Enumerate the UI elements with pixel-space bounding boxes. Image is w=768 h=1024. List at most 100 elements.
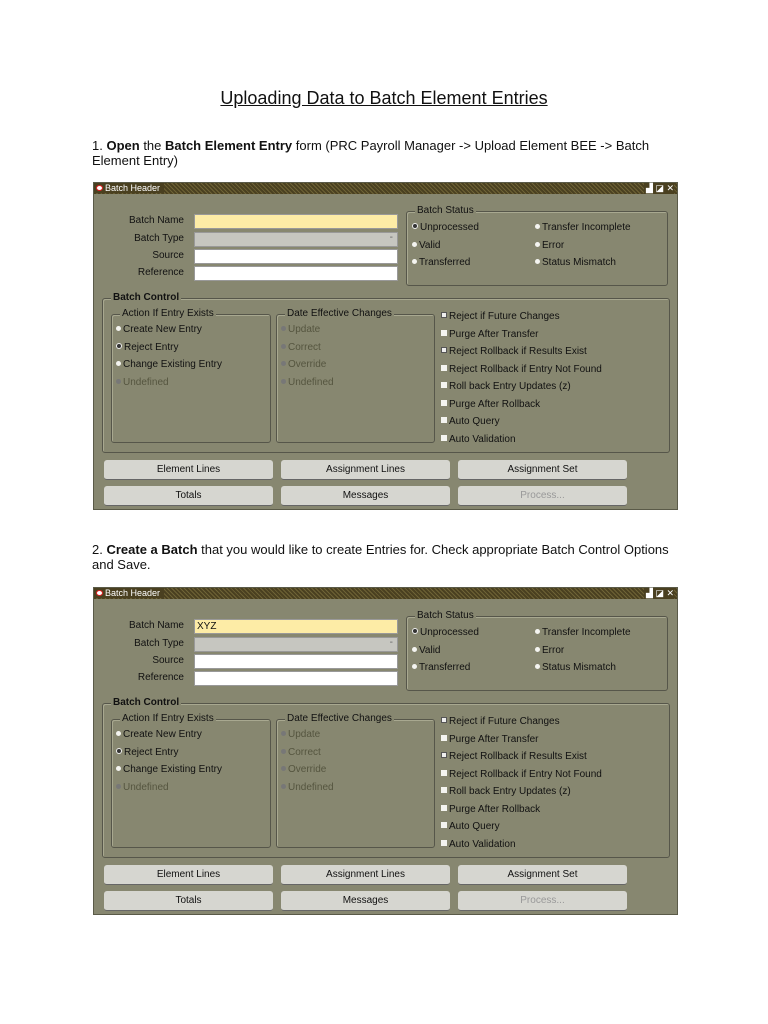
status-radio-valid[interactable]: Valid bbox=[412, 240, 441, 251]
radio-icon bbox=[116, 731, 121, 736]
radio-icon bbox=[535, 646, 540, 652]
radio-label: Undefined bbox=[123, 376, 169, 388]
radio-icon bbox=[116, 342, 122, 349]
checkbox-label: Purge After Transfer bbox=[449, 328, 539, 340]
element-lines-button[interactable]: Element Lines bbox=[104, 460, 273, 480]
checkbox-reject-rollback-if-entry-not-found[interactable]: Reject Rollback if Entry Not Found bbox=[441, 364, 602, 375]
source-input[interactable] bbox=[194, 654, 398, 669]
element-lines-button[interactable]: Element Lines bbox=[104, 865, 273, 885]
action-radio-change-existing-entry[interactable]: Change Existing Entry bbox=[116, 359, 222, 370]
date-radio-correct[interactable]: Correct bbox=[281, 342, 321, 353]
action-radio-reject-entry[interactable]: Reject Entry bbox=[116, 747, 178, 758]
radio-icon bbox=[412, 259, 417, 264]
checkbox-icon bbox=[441, 822, 447, 828]
action-radio-create-new-entry[interactable]: Create New Entry bbox=[116, 324, 202, 335]
date-title: Date Effective Changes bbox=[285, 308, 394, 319]
checkbox-checked-icon bbox=[441, 347, 447, 353]
radio-icon bbox=[412, 223, 418, 229]
status-radio-status-mismatch[interactable]: Status Mismatch bbox=[535, 257, 616, 268]
radio-icon bbox=[116, 747, 122, 754]
checkbox-auto-query[interactable]: Auto Query bbox=[441, 416, 500, 427]
status-radio-error[interactable]: Error bbox=[535, 645, 564, 656]
checkbox-icon bbox=[441, 364, 447, 371]
status-radio-unprocessed[interactable]: Unprocessed bbox=[412, 627, 479, 638]
checkbox-reject-rollback-if-results-exist[interactable]: Reject Rollback if Results Exist bbox=[441, 751, 587, 762]
assignment-lines-button[interactable]: Assignment Lines bbox=[281, 460, 450, 480]
radio-icon bbox=[412, 241, 417, 247]
source-input[interactable] bbox=[194, 249, 398, 264]
radio-icon bbox=[412, 646, 417, 652]
assignment-set-button[interactable]: Assignment Set bbox=[458, 865, 627, 885]
batch-header-form-1: Batch Header ▟ ◪ ✕ Batch Name Batch Type Sou… bbox=[93, 182, 678, 510]
batch-name-input[interactable] bbox=[194, 214, 398, 229]
checkbox-reject-rollback-if-results-exist[interactable]: Reject Rollback if Results Exist bbox=[441, 346, 587, 357]
date-radio-update[interactable]: Update bbox=[281, 729, 320, 740]
messages-button[interactable]: Messages bbox=[281, 891, 450, 911]
checkbox-purge-after-rollback[interactable]: Purge After Rollback bbox=[441, 399, 540, 410]
status-radio-error[interactable]: Error bbox=[535, 240, 564, 251]
checkbox-purge-after-transfer[interactable]: Purge After Transfer bbox=[441, 329, 539, 340]
radio-icon bbox=[535, 629, 540, 634]
date-radio-undefined[interactable]: Undefined bbox=[281, 782, 334, 793]
reference-input[interactable] bbox=[194, 671, 398, 686]
checkbox-purge-after-rollback[interactable]: Purge After Rollback bbox=[441, 804, 540, 815]
status-radio-status-mismatch[interactable]: Status Mismatch bbox=[535, 662, 616, 673]
batch-type-input[interactable] bbox=[194, 636, 398, 652]
process-button[interactable]: Process... bbox=[458, 891, 627, 911]
checkbox-auto-validation[interactable]: Auto Validation bbox=[441, 839, 516, 850]
date-radio-correct[interactable]: Correct bbox=[281, 747, 321, 758]
checkbox-roll-back-entry-updates-z[interactable]: Roll back Entry Updates (z) bbox=[441, 381, 571, 392]
radio-icon bbox=[281, 378, 286, 384]
radio-label: Valid bbox=[419, 239, 441, 251]
assignment-lines-button[interactable]: Assignment Lines bbox=[281, 865, 450, 885]
title-bar[interactable]: Batch Header ▟ ◪ ✕ bbox=[94, 588, 677, 599]
date-radio-override[interactable]: Override bbox=[281, 764, 326, 775]
date-radio-override[interactable]: Override bbox=[281, 359, 326, 370]
checkbox-auto-validation[interactable]: Auto Validation bbox=[441, 434, 516, 445]
checkbox-reject-rollback-if-entry-not-found[interactable]: Reject Rollback if Entry Not Found bbox=[441, 769, 602, 780]
date-radio-undefined[interactable]: Undefined bbox=[281, 377, 334, 388]
title-bar[interactable]: Batch Header ▟ ◪ ✕ bbox=[94, 183, 677, 194]
reference-input[interactable] bbox=[194, 266, 398, 281]
totals-button[interactable]: Totals bbox=[104, 891, 273, 911]
checkbox-purge-after-transfer[interactable]: Purge After Transfer bbox=[441, 734, 539, 745]
batch-type-label: Batch Type bbox=[134, 638, 184, 649]
batch-name-input[interactable]: XYZ bbox=[194, 619, 398, 634]
action-radio-reject-entry[interactable]: Reject Entry bbox=[116, 342, 178, 353]
totals-button[interactable]: Totals bbox=[104, 486, 273, 506]
status-radio-transferred[interactable]: Transferred bbox=[412, 257, 470, 268]
messages-button[interactable]: Messages bbox=[281, 486, 450, 506]
window-title: Batch Header bbox=[105, 183, 161, 193]
checkbox-reject-if-future-changes[interactable]: Reject if Future Changes bbox=[441, 716, 560, 727]
checkbox-roll-back-entry-updates-z[interactable]: Roll back Entry Updates (z) bbox=[441, 786, 571, 797]
radio-label: Transferred bbox=[419, 257, 471, 268]
window-controls-icon[interactable]: ▟ ◪ ✕ bbox=[644, 183, 674, 194]
radio-icon bbox=[116, 783, 121, 789]
checkbox-icon bbox=[441, 329, 447, 336]
status-radio-transfer-incomplete[interactable]: Transfer Incomplete bbox=[535, 627, 631, 638]
step-2: 2. Create a Batch that you would like to… bbox=[92, 542, 669, 572]
action-radio-create-new-entry[interactable]: Create New Entry bbox=[116, 729, 202, 740]
process-button[interactable]: Process... bbox=[458, 486, 627, 506]
status-radio-unprocessed[interactable]: Unprocessed bbox=[412, 222, 479, 233]
status-radio-transfer-incomplete[interactable]: Transfer Incomplete bbox=[535, 222, 631, 233]
radio-icon bbox=[535, 224, 540, 229]
radio-icon bbox=[412, 628, 418, 634]
status-radio-transferred[interactable]: Transferred bbox=[412, 662, 470, 673]
action-radio-undefined[interactable]: Undefined bbox=[116, 377, 169, 388]
checkbox-reject-if-future-changes[interactable]: Reject if Future Changes bbox=[441, 311, 560, 322]
date-radio-update[interactable]: Update bbox=[281, 324, 320, 335]
status-radio-valid[interactable]: Valid bbox=[412, 645, 441, 656]
window-controls-icon[interactable]: ▟ ◪ ✕ bbox=[644, 588, 674, 599]
checkbox-icon bbox=[441, 434, 447, 441]
action-radio-change-existing-entry[interactable]: Change Existing Entry bbox=[116, 764, 222, 775]
assignment-set-button[interactable]: Assignment Set bbox=[458, 460, 627, 480]
checkbox-icon bbox=[441, 804, 447, 811]
radio-label: Correct bbox=[288, 341, 321, 353]
action-title: Action If Entry Exists bbox=[120, 713, 216, 724]
radio-icon bbox=[281, 783, 286, 789]
checkbox-checked-icon bbox=[441, 312, 447, 318]
checkbox-auto-query[interactable]: Auto Query bbox=[441, 821, 500, 832]
action-radio-undefined[interactable]: Undefined bbox=[116, 782, 169, 793]
batch-type-input[interactable] bbox=[194, 231, 398, 247]
